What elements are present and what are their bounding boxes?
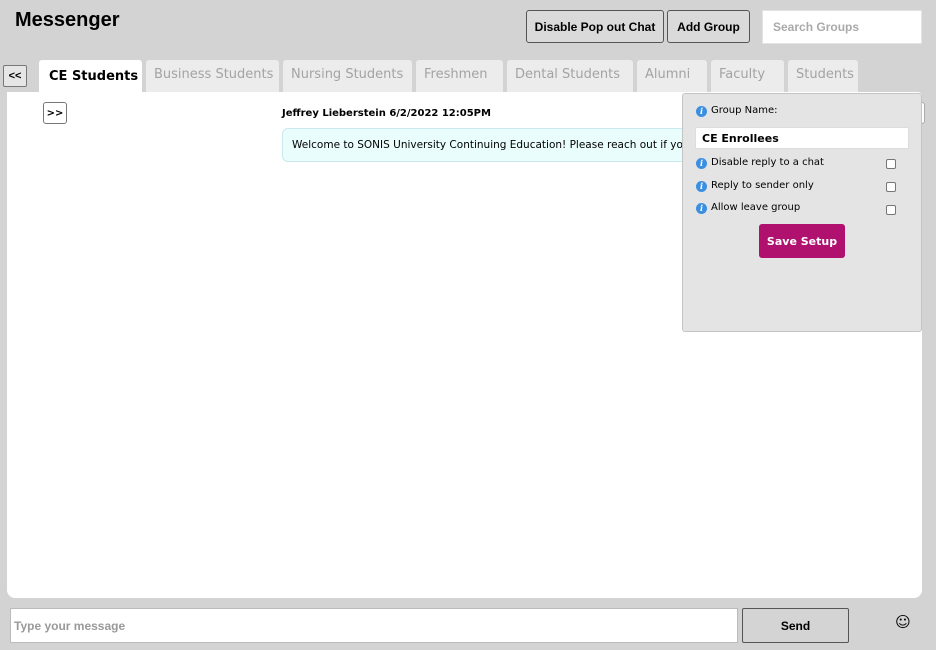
collapse-sidebar-button[interactable]: << — [3, 65, 27, 87]
add-group-button[interactable]: Add Group — [667, 10, 750, 43]
message-input[interactable] — [10, 608, 738, 643]
reply-sender-only-label: Reply to sender only — [711, 180, 814, 191]
save-setup-button[interactable]: Save Setup — [759, 224, 845, 258]
group-setup-panel: i Group Name: i Disable reply to a chat … — [682, 93, 922, 332]
disable-popout-chat-button[interactable]: Disable Pop out Chat — [526, 10, 664, 43]
allow-leave-group-label: Allow leave group — [711, 202, 801, 213]
group-name-label: Group Name: — [711, 105, 778, 116]
info-icon[interactable]: i — [696, 158, 707, 169]
group-name-input[interactable] — [695, 127, 909, 149]
info-icon[interactable]: i — [696, 181, 707, 192]
message-bubble: Welcome to SONIS University Continuing E… — [282, 128, 702, 162]
tab-ce-students[interactable]: CE Students — [39, 60, 142, 92]
tab-students[interactable]: Students — [788, 60, 858, 92]
tab-freshmen[interactable]: Freshmen — [416, 60, 503, 92]
info-icon[interactable]: i — [696, 106, 707, 117]
expand-members-button[interactable]: >> — [43, 102, 67, 124]
message-meta: Jeffrey Lieberstein 6/2/2022 12:05PM — [282, 108, 491, 119]
tab-dental-students[interactable]: Dental Students — [507, 60, 633, 92]
app-title: Messenger — [15, 9, 120, 31]
allow-leave-group-checkbox[interactable] — [886, 205, 896, 215]
tab-alumni[interactable]: Alumni — [637, 60, 707, 92]
reply-sender-only-checkbox[interactable] — [886, 182, 896, 192]
search-groups-input[interactable] — [762, 10, 922, 44]
info-icon[interactable]: i — [696, 203, 707, 214]
tab-business-students[interactable]: Business Students — [146, 60, 279, 92]
disable-reply-label: Disable reply to a chat — [711, 157, 824, 168]
tab-faculty[interactable]: Faculty — [711, 60, 784, 92]
smiley-icon[interactable]: ☺ — [894, 613, 912, 631]
send-button[interactable]: Send — [742, 608, 849, 643]
tab-nursing-students[interactable]: Nursing Students — [283, 60, 412, 92]
disable-reply-checkbox[interactable] — [886, 159, 896, 169]
